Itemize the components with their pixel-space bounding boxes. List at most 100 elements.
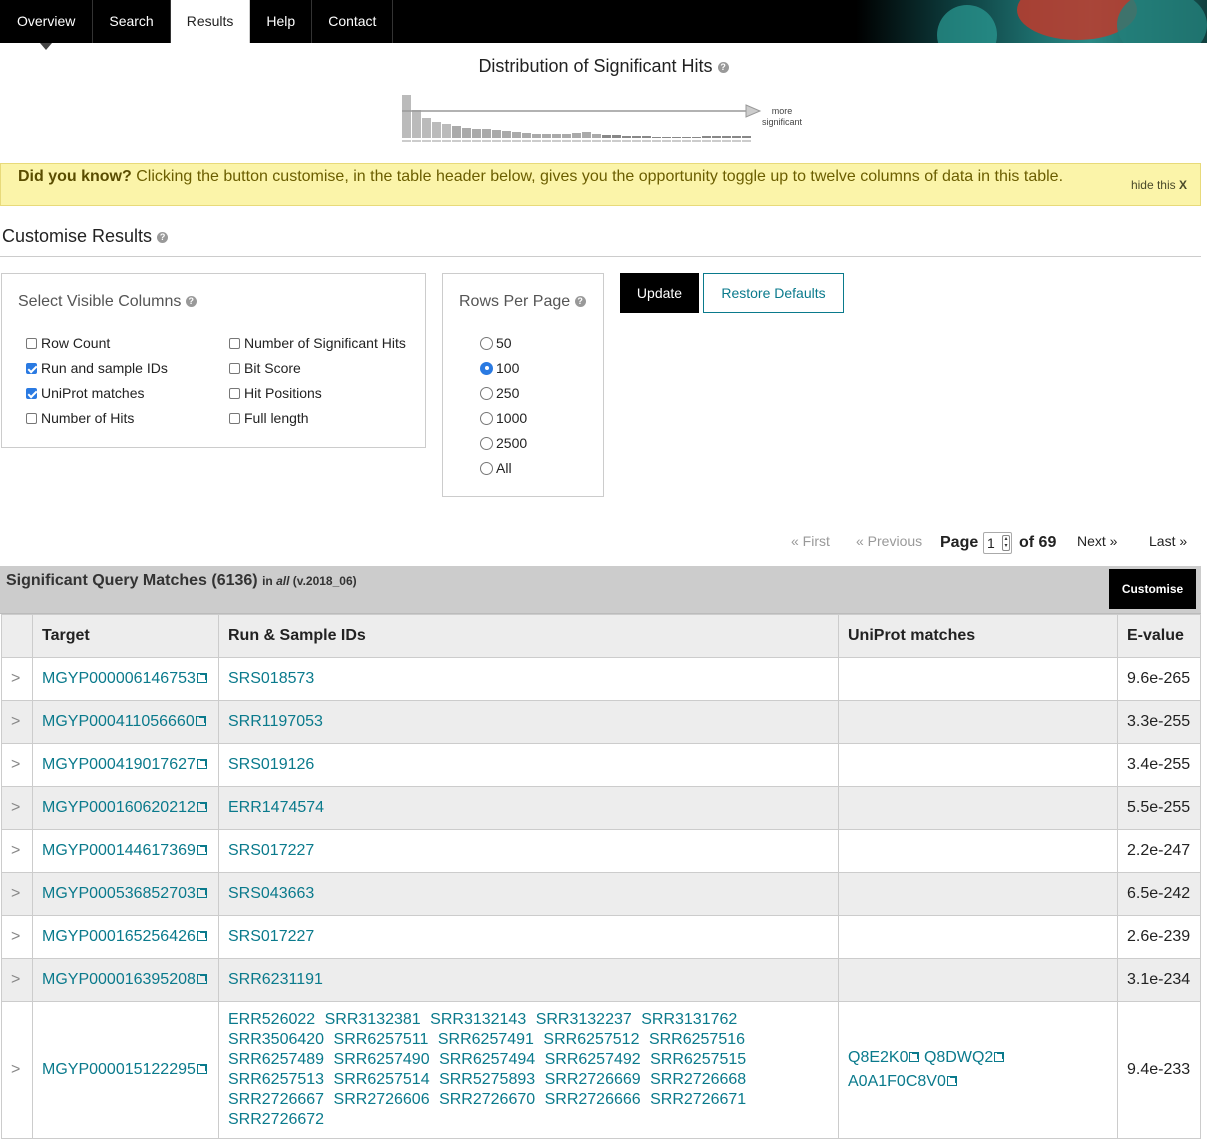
tab-overview[interactable]: Overview bbox=[0, 0, 94, 50]
target-link[interactable]: MGYP000006146753 bbox=[42, 670, 196, 687]
run-sample-link[interactable]: SRR6231191 bbox=[228, 971, 323, 988]
run-sample-link[interactable]: SRR2726667 bbox=[228, 1091, 324, 1108]
checkbox[interactable] bbox=[229, 387, 240, 399]
expand-row-icon[interactable]: > bbox=[1, 657, 33, 701]
run-sample-link[interactable]: ERR526022 bbox=[228, 1011, 315, 1028]
page-number-input[interactable]: 1 ▴ ▾ bbox=[983, 532, 1012, 554]
run-sample-link[interactable]: SRR2726606 bbox=[334, 1091, 430, 1108]
restore-defaults-button[interactable]: Restore Defaults bbox=[703, 273, 844, 313]
target-link[interactable]: MGYP000411056660 bbox=[42, 713, 195, 730]
help-icon[interactable]: ? bbox=[717, 61, 729, 73]
run-sample-link[interactable]: SRR3132237 bbox=[536, 1011, 632, 1028]
customise-button[interactable]: Customise bbox=[1109, 569, 1196, 609]
target-link[interactable]: MGYP000160620212 bbox=[42, 799, 196, 816]
checkbox[interactable] bbox=[229, 337, 240, 349]
column-header-uniprot-matches[interactable]: UniProt matches bbox=[838, 614, 1118, 658]
expand-row-icon[interactable]: > bbox=[1, 1001, 33, 1139]
rows-option-50[interactable]: 50 bbox=[480, 335, 512, 351]
column-option-number-of-hits[interactable]: Number of Hits bbox=[26, 410, 134, 426]
radio-button[interactable] bbox=[480, 361, 493, 375]
rows-option-2500[interactable]: 2500 bbox=[480, 435, 527, 451]
target-link[interactable]: MGYP000536852703 bbox=[42, 885, 196, 902]
run-sample-link[interactable]: SRR2726671 bbox=[650, 1091, 746, 1108]
radio-button[interactable] bbox=[480, 461, 493, 475]
pager-previous-link[interactable]: « Previous bbox=[856, 533, 922, 549]
rows-option-all[interactable]: All bbox=[480, 460, 512, 476]
uniprot-link[interactable]: Q8E2K0 bbox=[848, 1049, 908, 1066]
expand-row-icon[interactable]: > bbox=[1, 829, 33, 873]
run-sample-link[interactable]: SRR6257515 bbox=[650, 1051, 746, 1068]
run-sample-link[interactable]: SRR2726669 bbox=[545, 1071, 641, 1088]
column-header-evalue[interactable]: E-value bbox=[1117, 614, 1201, 658]
pager-first-link[interactable]: « First bbox=[791, 533, 830, 549]
column-option-hit-positions[interactable]: Hit Positions bbox=[229, 385, 322, 401]
run-sample-link[interactable]: SRR6257512 bbox=[543, 1031, 639, 1048]
expand-row-icon[interactable]: > bbox=[1, 872, 33, 916]
expand-row-icon[interactable]: > bbox=[1, 743, 33, 787]
run-sample-link[interactable]: SRR2726670 bbox=[439, 1091, 535, 1108]
column-option-run-and-sample-ids[interactable]: Run and sample IDs bbox=[26, 360, 168, 376]
checkbox[interactable] bbox=[229, 362, 240, 374]
run-sample-link[interactable]: SRR6257490 bbox=[334, 1051, 430, 1068]
radio-button[interactable] bbox=[480, 336, 493, 350]
run-sample-link[interactable]: SRS017227 bbox=[228, 842, 314, 859]
help-icon[interactable]: ? bbox=[574, 296, 586, 308]
checkbox[interactable] bbox=[26, 362, 37, 374]
column-option-row-count[interactable]: Row Count bbox=[26, 335, 110, 351]
run-sample-link[interactable]: ERR1474574 bbox=[228, 799, 324, 816]
run-sample-link[interactable]: SRR3131762 bbox=[641, 1011, 737, 1028]
column-option-full-length[interactable]: Full length bbox=[229, 410, 309, 426]
radio-button[interactable] bbox=[480, 436, 493, 450]
run-sample-link[interactable]: SRS043663 bbox=[228, 885, 314, 902]
checkbox[interactable] bbox=[26, 387, 37, 399]
target-link[interactable]: MGYP000144617369 bbox=[42, 842, 196, 859]
run-sample-link[interactable]: SRR6257513 bbox=[228, 1071, 324, 1088]
run-sample-link[interactable]: SRR1197053 bbox=[228, 713, 323, 730]
run-sample-link[interactable]: SRR2726672 bbox=[228, 1111, 324, 1128]
column-option-number-of-significant-hits[interactable]: Number of Significant Hits bbox=[229, 335, 406, 351]
rows-option-100[interactable]: 100 bbox=[480, 360, 519, 376]
close-icon[interactable]: X bbox=[1179, 178, 1187, 192]
target-link[interactable]: MGYP000419017627 bbox=[42, 756, 196, 773]
run-sample-link[interactable]: SRS017227 bbox=[228, 928, 314, 945]
column-option-uniprot-matches[interactable]: UniProt matches bbox=[26, 385, 144, 401]
help-icon[interactable]: ? bbox=[157, 231, 169, 243]
uniprot-link[interactable]: A0A1F0C8V0 bbox=[848, 1073, 946, 1090]
pager-last-link[interactable]: Last » bbox=[1149, 533, 1187, 549]
target-link[interactable]: MGYP000016395208 bbox=[42, 971, 196, 988]
target-link[interactable]: MGYP000165256426 bbox=[42, 928, 196, 945]
checkbox[interactable] bbox=[26, 337, 37, 349]
radio-button[interactable] bbox=[480, 411, 493, 425]
run-sample-link[interactable]: SRS018573 bbox=[228, 670, 314, 687]
run-sample-link[interactable]: SRR6257491 bbox=[438, 1031, 534, 1048]
run-sample-link[interactable]: SRR6257514 bbox=[334, 1071, 430, 1088]
run-sample-link[interactable]: SRS019126 bbox=[228, 756, 314, 773]
run-sample-link[interactable]: SRR6257489 bbox=[228, 1051, 324, 1068]
update-button[interactable]: Update bbox=[620, 273, 699, 313]
help-icon[interactable]: ? bbox=[185, 296, 197, 308]
target-link[interactable]: MGYP000015122295 bbox=[42, 1061, 196, 1078]
tab-contact[interactable]: Contact bbox=[312, 0, 394, 43]
expand-row-icon[interactable]: > bbox=[1, 958, 33, 1002]
run-sample-link[interactable]: SRR6257511 bbox=[334, 1031, 429, 1048]
page-spinner-icon[interactable]: ▴ ▾ bbox=[1002, 535, 1010, 551]
radio-button[interactable] bbox=[480, 386, 493, 400]
expand-row-icon[interactable]: > bbox=[1, 786, 33, 830]
run-sample-link[interactable]: SRR6257494 bbox=[439, 1051, 535, 1068]
pager-next-link[interactable]: Next » bbox=[1077, 533, 1117, 549]
run-sample-link[interactable]: SRR2726666 bbox=[545, 1091, 641, 1108]
run-sample-link[interactable]: SRR5275893 bbox=[439, 1071, 535, 1088]
checkbox[interactable] bbox=[229, 412, 240, 424]
column-header-run-sample-ids[interactable]: Run & Sample IDs bbox=[218, 614, 839, 658]
run-sample-link[interactable]: SRR2726668 bbox=[650, 1071, 746, 1088]
checkbox[interactable] bbox=[26, 412, 37, 424]
run-sample-link[interactable]: SRR3132381 bbox=[325, 1011, 421, 1028]
run-sample-link[interactable]: SRR6257516 bbox=[649, 1031, 745, 1048]
run-sample-link[interactable]: SRR6257492 bbox=[545, 1051, 641, 1068]
uniprot-link[interactable]: Q8DWQ2 bbox=[924, 1049, 993, 1066]
run-sample-link[interactable]: SRR3506420 bbox=[228, 1031, 324, 1048]
expand-row-icon[interactable]: > bbox=[1, 700, 33, 744]
hide-banner-link[interactable]: hide this X bbox=[1131, 178, 1187, 192]
column-option-bit-score[interactable]: Bit Score bbox=[229, 360, 301, 376]
tab-results[interactable]: Results bbox=[170, 0, 251, 43]
